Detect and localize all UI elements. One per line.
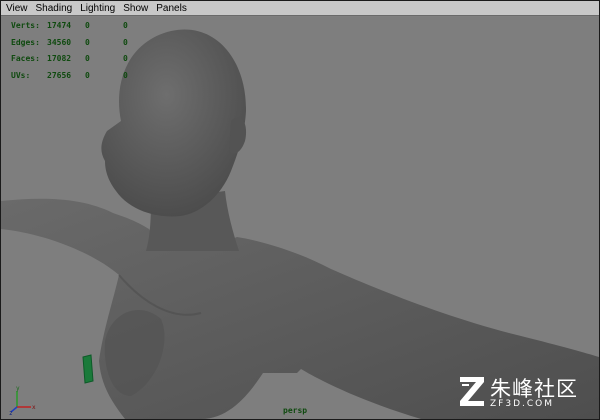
- menu-panels[interactable]: Panels: [156, 1, 187, 16]
- hud-selected: 0: [85, 37, 90, 47]
- panel-menubar: View Shading Lighting Show Panels: [1, 1, 599, 16]
- hud-components: 0: [123, 70, 128, 80]
- hud-total: 17474: [47, 21, 72, 30]
- hud-label: UVs:: [11, 70, 31, 80]
- perspective-viewport[interactable]: Verts: 17474 0 0 Edges: 34560 0 0 Faces:…: [1, 17, 599, 419]
- hud-selected: 0: [85, 21, 90, 30]
- watermark-url: ZF3D.COM: [490, 399, 554, 409]
- maya-viewport-panel: View Shading Lighting Show Panels Verts:…: [0, 0, 600, 420]
- hud-label: Faces:: [11, 54, 40, 63]
- axis-gizmo-icon: y x z: [9, 385, 36, 415]
- axis-z-label: z: [9, 410, 13, 415]
- hud-label: Verts:: [11, 21, 40, 30]
- hud-label: Edges:: [11, 37, 40, 47]
- hud-selected: 0: [85, 70, 90, 80]
- hud-total: 34560: [47, 37, 72, 47]
- hud-components: 0: [123, 21, 128, 30]
- menu-shading[interactable]: Shading: [36, 1, 73, 16]
- hud-components: 0: [123, 54, 128, 63]
- zf3d-logo-icon: [460, 377, 484, 406]
- hud-row-edges: Edges: 34560 0 0: [11, 35, 128, 52]
- hud-row-verts: Verts: 17474 0 0: [11, 18, 128, 35]
- axis-y-label: y: [16, 385, 20, 392]
- site-watermark: 朱峰社区 ZF3D.COM: [457, 373, 593, 413]
- hud-components: 0: [123, 37, 128, 47]
- camera-name-label: persp: [283, 406, 308, 415]
- menu-view[interactable]: View: [6, 1, 28, 16]
- hud-total: 17082: [47, 54, 72, 63]
- hud-row-faces: Faces: 17082 0 0: [11, 51, 128, 68]
- menu-show[interactable]: Show: [123, 1, 148, 16]
- hud-total: 27656: [47, 70, 72, 80]
- hud-selected: 0: [85, 54, 90, 63]
- hud-row-uvs: UVs: 27656 0 0: [11, 68, 128, 85]
- poly-count-hud: Verts: 17474 0 0 Edges: 34560 0 0 Faces:…: [11, 18, 128, 84]
- axis-x-label: x: [32, 404, 36, 411]
- menu-lighting[interactable]: Lighting: [80, 1, 115, 16]
